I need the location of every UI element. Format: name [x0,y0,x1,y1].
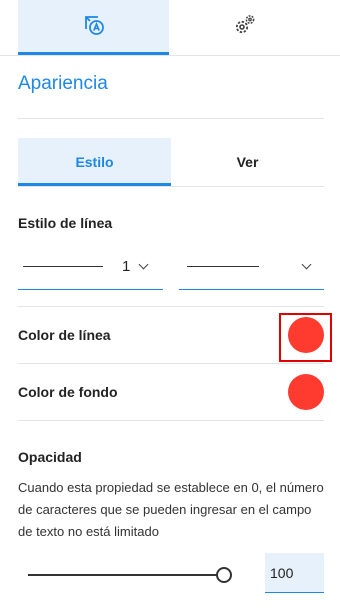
opacity-input[interactable]: 100 [265,553,324,593]
divider [18,363,324,364]
opacity-slider-track[interactable] [28,574,223,576]
opacity-description: Cuando esta propiedad se establece en 0,… [18,480,324,539]
line-width-value: 1 [122,257,131,275]
top-tabs-divider [0,55,340,56]
chevron-down-icon [301,259,312,269]
gear-icon [233,13,257,42]
tab-view[interactable]: Ver [171,138,324,186]
divider [18,306,324,307]
chevron-down-icon [138,259,149,269]
top-tab-bar [18,0,324,55]
line-dash-preview [187,265,259,267]
fill-color-swatch[interactable] [288,374,324,410]
line-dash-select[interactable] [179,243,324,290]
line-style-label: Estilo de línea [18,215,113,231]
tab-appearance[interactable] [18,0,169,55]
divider [18,118,324,119]
sub-tab-bar: Estilo Ver [18,138,324,186]
opacity-label: Opacidad [18,449,82,465]
tab-settings[interactable] [169,0,320,55]
divider [18,186,324,187]
appearance-icon [83,14,105,41]
divider [18,420,324,421]
section-title: Apariencia [18,73,108,94]
highlight-box [279,313,332,362]
opacity-slider-thumb[interactable] [216,567,232,583]
tab-style[interactable]: Estilo [18,138,171,186]
line-width-preview [23,265,103,267]
line-width-select[interactable]: 1 [18,243,163,290]
line-color-label: Color de línea [18,327,111,343]
fill-color-label: Color de fondo [18,384,118,400]
